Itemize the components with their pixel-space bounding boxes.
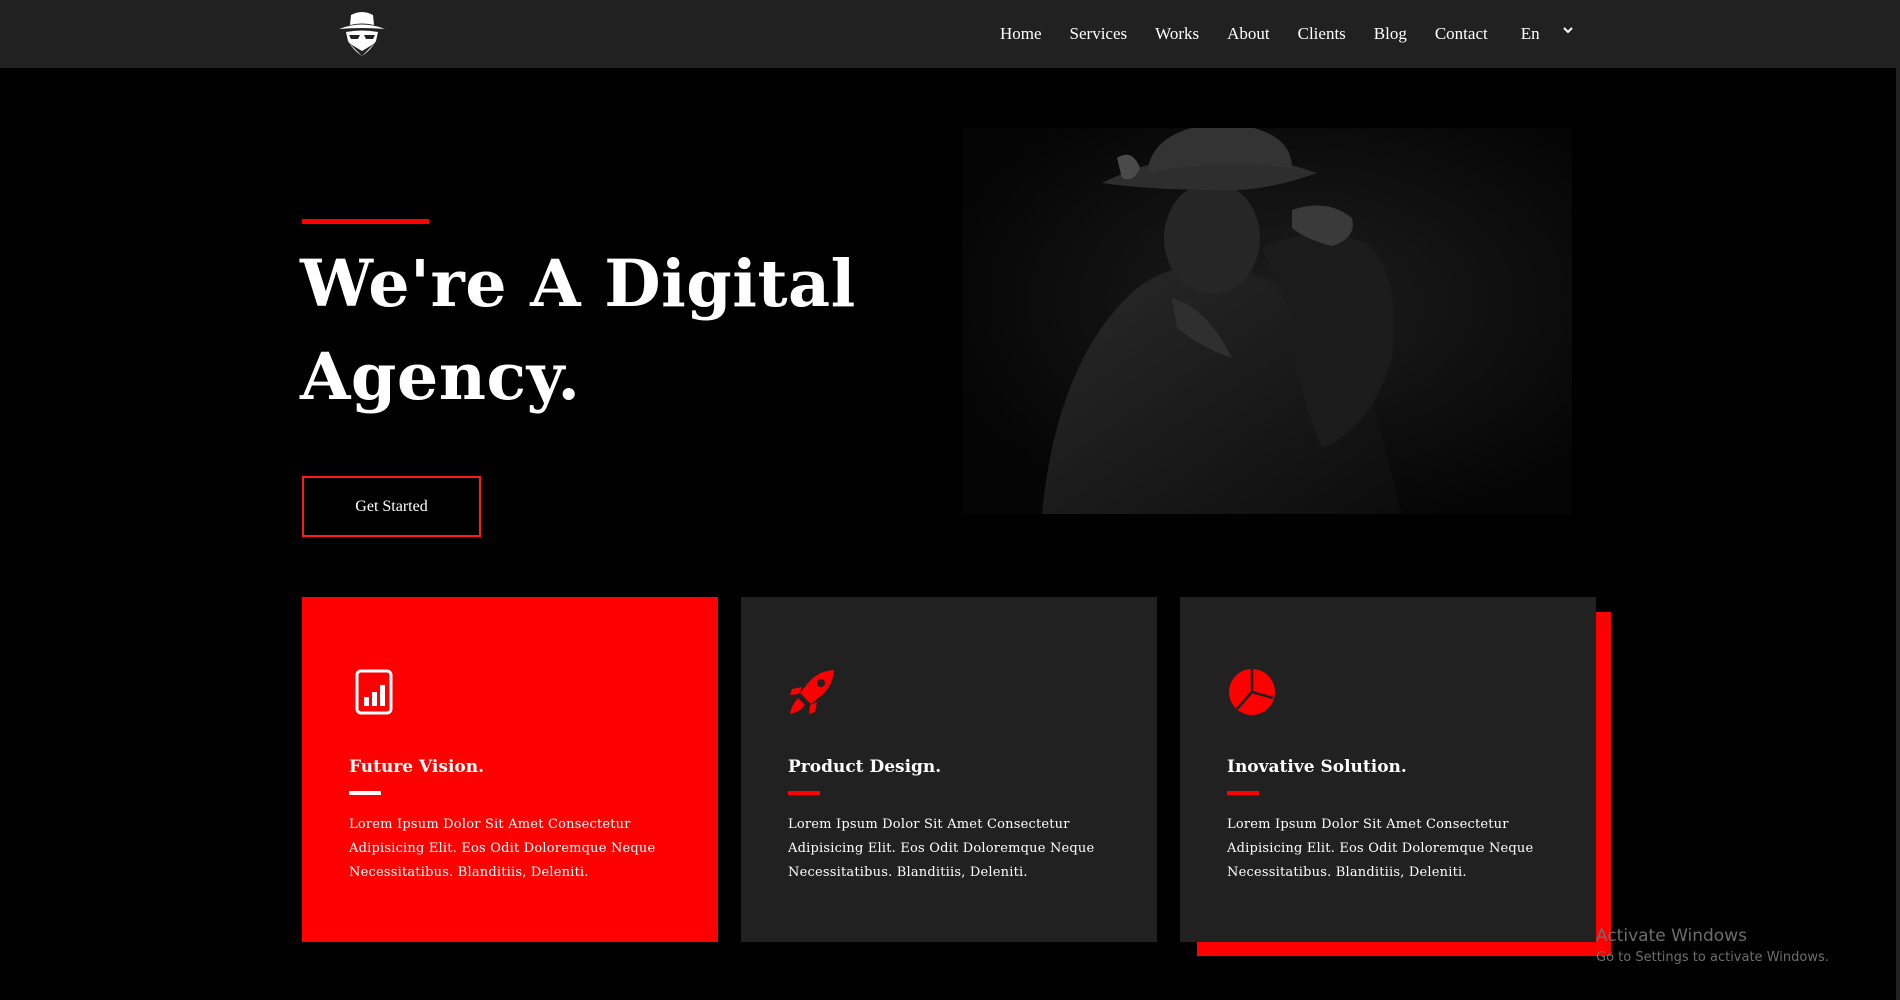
language-label: En <box>1520 24 1540 43</box>
nav-services[interactable]: Services <box>1070 24 1128 44</box>
activate-windows-watermark: Activate Windows Go to Settings to activ… <box>1596 925 1829 967</box>
card-underline <box>1227 791 1259 795</box>
card-title: Inovative Solution. <box>1227 757 1407 777</box>
chevron-down-icon <box>1562 27 1573 34</box>
nav-works[interactable]: Works <box>1155 24 1199 44</box>
hero-accent-line <box>302 219 429 224</box>
card-title: Future Vision. <box>349 757 485 777</box>
watermark-subtitle: Go to Settings to activate Windows. <box>1596 950 1829 965</box>
watermark-title: Activate Windows <box>1596 926 1747 946</box>
pie-chart-icon <box>1229 669 1275 715</box>
nav-clients[interactable]: Clients <box>1298 24 1346 44</box>
nav-home[interactable]: Home <box>1000 24 1042 44</box>
feature-card-future-vision[interactable]: Future Vision. Lorem Ipsum Dolor Sit Ame… <box>302 597 718 942</box>
feature-card-product-design[interactable]: Product Design. Lorem Ipsum Dolor Sit Am… <box>741 597 1157 942</box>
page-scrollbar[interactable] <box>1896 0 1900 1000</box>
bar-chart-icon <box>355 669 393 715</box>
card-underline <box>788 791 820 795</box>
page: Home Services Works About Clients Blog C… <box>0 0 1900 1000</box>
card-text: Lorem Ipsum Dolor Sit Amet Consectetur A… <box>788 817 1095 880</box>
hero-photo <box>962 128 1572 514</box>
nav-about[interactable]: About <box>1227 24 1270 44</box>
hero-title: We're A Digital Agency. <box>300 238 940 424</box>
card-underline <box>349 791 381 795</box>
feature-card-inovative-solution[interactable]: Inovative Solution. Lorem Ipsum Dolor Si… <box>1180 597 1596 942</box>
rocket-icon <box>790 670 834 714</box>
man-in-hat-photo <box>962 128 1572 514</box>
card-text: Lorem Ipsum Dolor Sit Amet Consectetur A… <box>349 817 656 880</box>
get-started-button[interactable]: Get Started <box>302 476 481 537</box>
hero-title-line1: We're A Digital <box>300 246 856 322</box>
navbar: Home Services Works About Clients Blog C… <box>0 0 1900 68</box>
card-text: Lorem Ipsum Dolor Sit Amet Consectetur A… <box>1227 817 1534 880</box>
card-title: Product Design. <box>788 757 942 777</box>
spy-hat-icon[interactable] <box>335 8 389 60</box>
main-nav: Home Services Works About Clients Blog C… <box>1000 0 1574 68</box>
nav-blog[interactable]: Blog <box>1374 24 1407 44</box>
nav-contact[interactable]: Contact <box>1435 24 1488 44</box>
hero-title-line2: Agency. <box>300 339 581 415</box>
language-selector[interactable]: En <box>1521 24 1574 44</box>
